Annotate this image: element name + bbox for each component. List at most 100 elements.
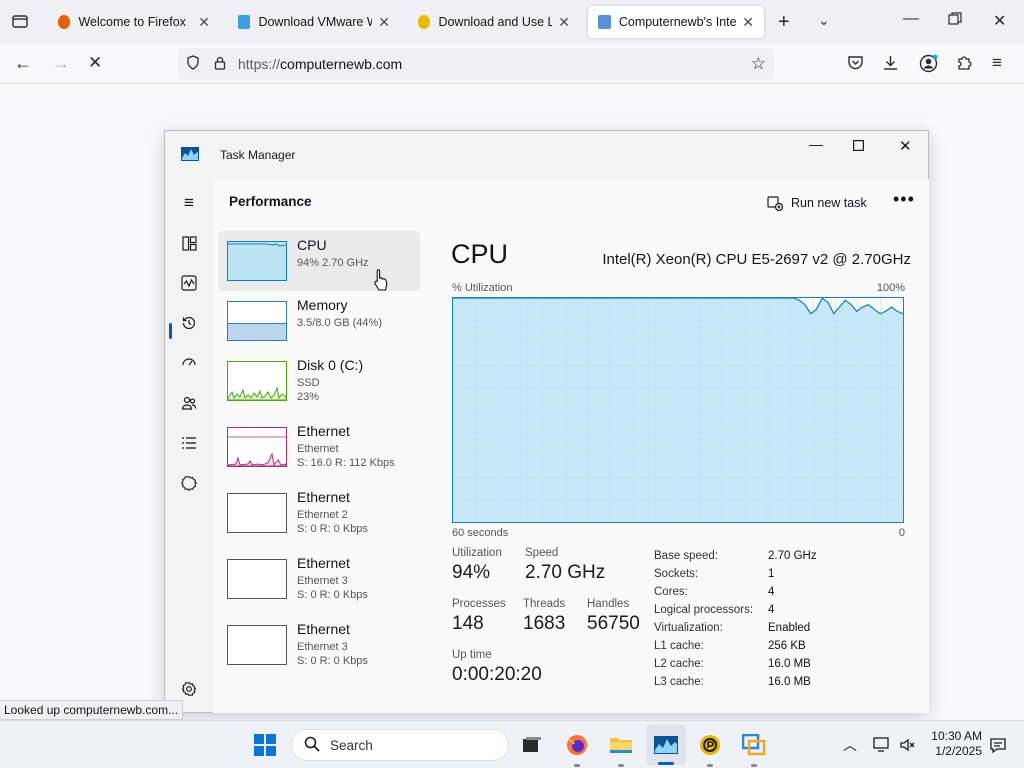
more-options-icon[interactable]: ••• (893, 189, 915, 210)
ethernet-thumbnail-graph (227, 493, 287, 533)
windows-taskbar: Search ︿ 10:30 AM 1/2/2025 (0, 720, 1024, 768)
system-clock[interactable]: 10:30 AM 1/2/2025 (926, 729, 982, 759)
stop-loading-icon[interactable]: ✕ (88, 53, 102, 73)
close-tab-icon[interactable]: ✕ (742, 14, 754, 31)
hamburger-menu-icon[interactable]: ≡ (179, 193, 199, 213)
notifications-icon[interactable] (986, 733, 1010, 757)
url-host: computernewb.com (280, 56, 403, 72)
cpu-model-name: Intel(R) Xeon(R) CPU E5-2697 v2 @ 2.70GH… (602, 251, 911, 268)
startup-apps-icon[interactable] (179, 353, 199, 373)
perf-item-ethernet-4[interactable]: Ethernet Ethernet 3 S: 0 R: 0 Kbps (218, 615, 420, 675)
spec-row: Virtualization: Enabled (654, 622, 811, 634)
perf-item-cpu[interactable]: CPU 94% 2.70 GHz (218, 231, 420, 291)
browser-tab[interactable]: Welcome to Firefox ✕ (48, 6, 220, 38)
settings-gear-icon[interactable] (179, 679, 199, 699)
running-indicator (707, 764, 713, 767)
hourglass-favicon-icon (598, 15, 611, 29)
services-icon[interactable] (179, 473, 199, 493)
lock-icon[interactable] (214, 56, 230, 73)
running-indicator (618, 764, 624, 767)
browser-tab[interactable]: Download and Use LDP ✕ (408, 6, 580, 38)
back-arrow-icon[interactable]: ← (14, 53, 32, 74)
graph-zero-label: 0 (898, 527, 905, 539)
users-icon[interactable] (179, 393, 199, 413)
speed-stat: Speed 2.70 GHz (525, 547, 606, 583)
running-indicator (751, 764, 757, 767)
memory-thumbnail-graph (227, 301, 287, 341)
tab-list-icon[interactable] (11, 12, 29, 35)
close-tab-icon[interactable]: ✕ (198, 14, 210, 31)
task-view-icon[interactable] (520, 733, 544, 757)
graph-max-label: 100% (876, 282, 905, 294)
restore-icon[interactable] (948, 12, 962, 31)
task-manager-app-icon (181, 147, 199, 166)
perf-item-detail: S: 0 R: 0 Kbps (297, 655, 368, 667)
volume-muted-icon[interactable] (896, 733, 920, 757)
close-tab-icon[interactable]: ✕ (558, 14, 570, 31)
perf-item-ethernet-1[interactable]: Ethernet Ethernet S: 16.0 R: 112 Kbps (218, 417, 420, 477)
new-tab-plus-icon[interactable]: + (778, 11, 790, 34)
pocket-icon[interactable] (847, 54, 864, 76)
maximize-icon[interactable] (853, 139, 865, 154)
downloads-icon[interactable] (882, 54, 899, 76)
taskbar-search-box[interactable]: Search (291, 729, 509, 761)
search-placeholder: Search (330, 737, 373, 753)
processes-stat: Processes 148 (452, 598, 506, 634)
perf-item-subtitle: 94% 2.70 GHz (297, 257, 369, 269)
perf-item-subtitle: Ethernet 3 (297, 575, 348, 587)
perf-item-title: Ethernet (297, 621, 350, 637)
perf-item-memory[interactable]: Memory 3.5/8.0 GB (44%) (218, 291, 420, 351)
performance-icon[interactable] (179, 273, 199, 293)
perf-item-disk[interactable]: Disk 0 (C:) SSD 23% (218, 351, 420, 411)
spec-row: Logical processors: 4 (654, 604, 775, 616)
details-list-icon[interactable] (179, 433, 199, 453)
close-window-icon[interactable]: ✕ (993, 11, 1006, 31)
ldp-app-icon[interactable] (698, 733, 722, 757)
minimize-icon[interactable]: — (903, 10, 919, 28)
chevron-down-icon[interactable]: ⌄ (818, 12, 830, 29)
task-manager-title-bar[interactable]: Task Manager — ✕ (165, 131, 928, 179)
forward-arrow-icon[interactable]: → (52, 53, 70, 74)
close-icon[interactable]: ✕ (899, 137, 912, 155)
close-tab-icon[interactable]: ✕ (378, 14, 390, 31)
windows-start-icon[interactable] (253, 733, 277, 757)
chevron-up-icon[interactable]: ︿ (838, 733, 862, 757)
task-manager-taskbar-button[interactable] (646, 725, 686, 765)
address-bar[interactable]: https://computernewb.com ☆ (178, 48, 774, 80)
hamburger-menu-icon[interactable]: ≡ (992, 53, 1002, 73)
spec-row: L1 cache: 256 KB (654, 640, 806, 652)
app-history-icon[interactable] (179, 313, 199, 333)
vmware-app-icon[interactable] (742, 733, 766, 757)
uptime-stat: Up time 0:00:20:20 (452, 649, 542, 685)
run-new-task-label: Run new task (791, 196, 867, 210)
perf-item-detail: S: 16.0 R: 112 Kbps (297, 457, 395, 469)
run-task-icon (767, 196, 783, 211)
search-icon (304, 736, 320, 755)
minimize-icon[interactable]: — (809, 136, 823, 152)
browser-tab-active[interactable]: Computernewb's Interi ✕ (588, 6, 764, 38)
nav-rail: ≡ (165, 179, 213, 713)
page-title: Performance (229, 194, 312, 209)
task-manager-app-icon (654, 736, 678, 754)
handles-stat: Handles 56750 (587, 598, 640, 634)
processes-icon[interactable] (179, 233, 199, 253)
file-explorer-icon[interactable] (609, 733, 633, 757)
url-protocol: https:// (238, 56, 281, 72)
utilization-area (453, 298, 903, 522)
account-icon[interactable] (919, 54, 938, 78)
mouse-pointer-icon (373, 268, 389, 297)
extensions-puzzle-icon[interactable] (956, 54, 973, 76)
firefox-app-icon[interactable] (565, 733, 589, 757)
perf-item-title: Ethernet (297, 489, 350, 505)
browser-nav-bar: ← → ✕ https://computernewb.com ☆ ≡ (0, 44, 1024, 84)
browser-tab[interactable]: Download VMware Wo ✕ (228, 6, 400, 38)
run-new-task-button[interactable]: Run new task (767, 195, 867, 211)
perf-item-title: CPU (297, 237, 327, 253)
spec-row: Base speed: 2.70 GHz (654, 550, 817, 562)
perf-item-ethernet-2[interactable]: Ethernet Ethernet 2 S: 0 R: 0 Kbps (218, 483, 420, 543)
perf-item-ethernet-3[interactable]: Ethernet Ethernet 3 S: 0 R: 0 Kbps (218, 549, 420, 609)
shield-icon[interactable] (186, 55, 202, 73)
network-icon[interactable] (870, 733, 894, 757)
bookmark-star-icon[interactable]: ☆ (751, 54, 766, 74)
task-manager-window: Task Manager — ✕ ≡ Performance Run new t… (164, 130, 929, 713)
